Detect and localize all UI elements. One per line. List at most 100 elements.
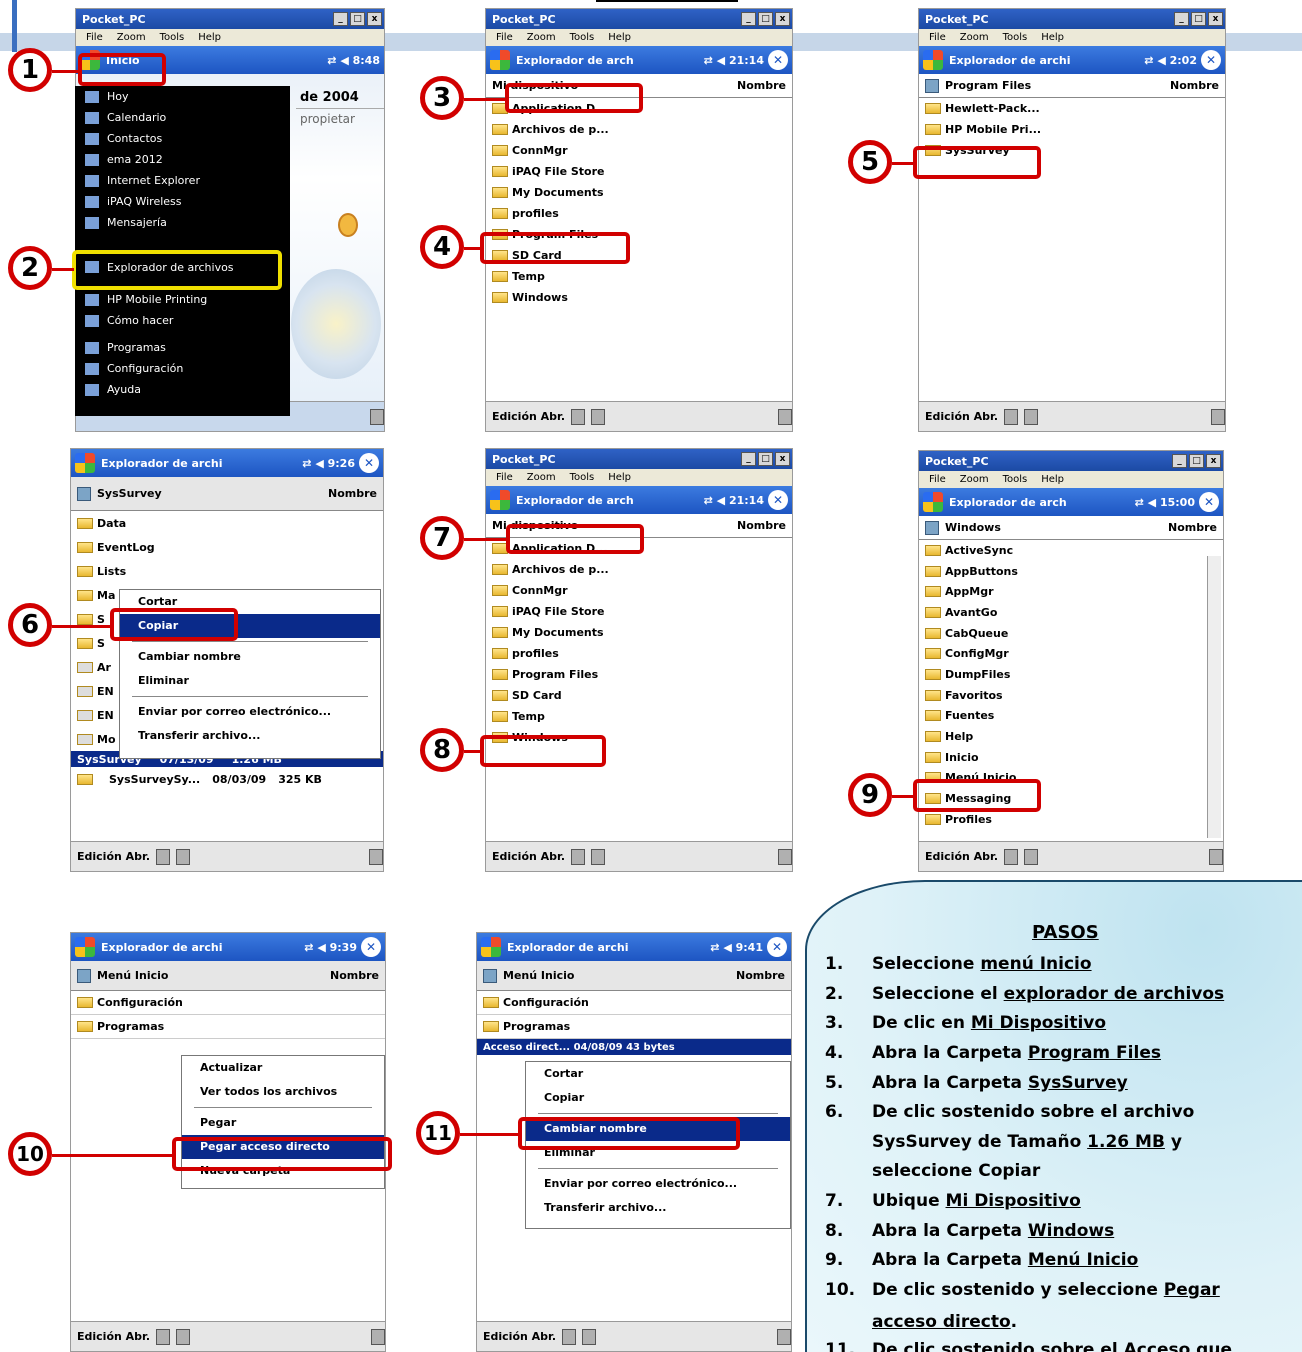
menu-cambiar-nombre[interactable]: Cambiar nombre bbox=[120, 645, 380, 669]
close-icon[interactable]: ✕ bbox=[768, 490, 788, 510]
list-item[interactable]: Fuentes bbox=[919, 706, 1223, 727]
list-item[interactable]: ConfigMgr bbox=[919, 643, 1223, 664]
list-item[interactable]: Temp bbox=[486, 266, 792, 287]
list-item[interactable]: My Documents bbox=[486, 182, 792, 203]
list-item[interactable]: Lists bbox=[71, 559, 383, 583]
folder-dropdown[interactable]: Menú Inicio Nombre bbox=[71, 961, 385, 991]
list-item[interactable]: Program Files bbox=[486, 664, 792, 685]
tool-icon[interactable] bbox=[1004, 408, 1019, 425]
sort-dropdown[interactable]: Nombre bbox=[1168, 521, 1217, 534]
list-item[interactable]: ConnMgr bbox=[486, 140, 792, 161]
sort-dropdown[interactable]: Nombre bbox=[328, 487, 377, 500]
start-item-programas[interactable]: Programas bbox=[75, 337, 290, 358]
maximize-button[interactable]: □ bbox=[1189, 454, 1204, 468]
list-item[interactable]: Temp bbox=[486, 706, 792, 727]
tool-icon[interactable] bbox=[571, 848, 586, 865]
menu-ver-todos[interactable]: Ver todos los archivos bbox=[182, 1080, 384, 1104]
keyboard-icon[interactable] bbox=[777, 1328, 791, 1345]
list-item[interactable]: Configuración bbox=[71, 991, 385, 1015]
start-item-ie[interactable]: Internet Explorer bbox=[75, 170, 290, 191]
list-item[interactable]: profiles bbox=[486, 643, 792, 664]
keyboard-icon[interactable] bbox=[369, 848, 383, 865]
menu-help[interactable]: Help bbox=[608, 32, 631, 43]
maximize-button[interactable]: □ bbox=[350, 12, 365, 26]
tool-icon[interactable] bbox=[176, 1328, 191, 1345]
close-icon[interactable]: ✕ bbox=[767, 937, 787, 957]
menu-file[interactable]: File bbox=[929, 474, 946, 485]
folder-dropdown[interactable]: Menú Inicio Nombre bbox=[477, 961, 791, 991]
menu-file[interactable]: File bbox=[929, 32, 946, 43]
menu-cortar[interactable]: Cortar bbox=[526, 1062, 790, 1086]
list-item[interactable]: SD Card bbox=[486, 685, 792, 706]
menu-file[interactable]: File bbox=[496, 32, 513, 43]
menu-tools[interactable]: Tools bbox=[160, 32, 185, 43]
start-item-ayuda[interactable]: Ayuda bbox=[75, 379, 290, 400]
close-icon[interactable]: ✕ bbox=[361, 937, 381, 957]
tool-icon[interactable] bbox=[1004, 848, 1019, 865]
list-item[interactable]: Archivos de p... bbox=[486, 119, 792, 140]
folder-dropdown[interactable]: Program Files Nombre bbox=[919, 74, 1225, 98]
sort-dropdown[interactable]: Nombre bbox=[737, 79, 786, 92]
close-button[interactable]: x bbox=[1208, 12, 1223, 26]
list-item[interactable]: EventLog bbox=[71, 535, 383, 559]
list-item[interactable]: profiles bbox=[486, 203, 792, 224]
close-icon[interactable]: ✕ bbox=[1201, 50, 1221, 70]
tool-icon[interactable] bbox=[156, 848, 171, 865]
list-item[interactable]: Programas bbox=[71, 1015, 385, 1039]
minimize-button[interactable]: _ bbox=[741, 452, 756, 466]
list-item[interactable]: Configuración bbox=[477, 991, 791, 1015]
tool-icon[interactable] bbox=[591, 408, 606, 425]
list-item[interactable]: iPAQ File Store bbox=[486, 601, 792, 622]
list-item[interactable]: Help bbox=[919, 726, 1223, 747]
close-button[interactable]: x bbox=[775, 452, 790, 466]
bottom-menu[interactable]: Edición Abr. bbox=[483, 1330, 556, 1343]
menu-tools[interactable]: Tools bbox=[1003, 32, 1028, 43]
list-item[interactable]: AppButtons bbox=[919, 561, 1223, 582]
minimize-button[interactable]: _ bbox=[333, 12, 348, 26]
menu-help[interactable]: Help bbox=[198, 32, 221, 43]
menu-zoom[interactable]: Zoom bbox=[117, 32, 146, 43]
menu-help[interactable]: Help bbox=[1041, 32, 1064, 43]
close-button[interactable]: x bbox=[1206, 454, 1221, 468]
menu-tools[interactable]: Tools bbox=[570, 472, 595, 483]
minimize-button[interactable]: _ bbox=[1174, 12, 1189, 26]
list-item[interactable]: DumpFiles bbox=[919, 664, 1223, 685]
tool-icon[interactable] bbox=[571, 408, 586, 425]
list-item[interactable]: AvantGo bbox=[919, 602, 1223, 623]
start-item-mensajeria[interactable]: Mensajería bbox=[75, 212, 290, 233]
sort-dropdown[interactable]: Nombre bbox=[737, 519, 786, 532]
keyboard-icon[interactable] bbox=[370, 408, 384, 425]
menu-zoom[interactable]: Zoom bbox=[527, 32, 556, 43]
list-item[interactable]: Data bbox=[71, 511, 383, 535]
list-item[interactable]: iPAQ File Store bbox=[486, 161, 792, 182]
menu-transferir[interactable]: Transferir archivo... bbox=[526, 1196, 790, 1220]
start-item-hoy[interactable]: Hoy bbox=[75, 86, 290, 107]
bottom-menu[interactable]: Edición Abr. bbox=[492, 410, 565, 423]
menu-zoom[interactable]: Zoom bbox=[960, 474, 989, 485]
list-item[interactable]: My Documents bbox=[486, 622, 792, 643]
keyboard-icon[interactable] bbox=[778, 848, 792, 865]
menu-help[interactable]: Help bbox=[1041, 474, 1064, 485]
folder-dropdown[interactable]: SysSurvey Nombre bbox=[71, 477, 383, 511]
bottom-menu[interactable]: Edición Abr. bbox=[77, 1330, 150, 1343]
tool-icon[interactable] bbox=[176, 848, 191, 865]
close-icon[interactable]: ✕ bbox=[768, 50, 788, 70]
tool-icon[interactable] bbox=[562, 1328, 577, 1345]
maximize-button[interactable]: □ bbox=[758, 452, 773, 466]
menu-file[interactable]: File bbox=[86, 32, 103, 43]
maximize-button[interactable]: □ bbox=[758, 12, 773, 26]
menu-enviar-correo[interactable]: Enviar por correo electrónico... bbox=[526, 1172, 790, 1196]
menu-zoom[interactable]: Zoom bbox=[527, 472, 556, 483]
menu-tools[interactable]: Tools bbox=[570, 32, 595, 43]
close-button[interactable]: x bbox=[775, 12, 790, 26]
sort-dropdown[interactable]: Nombre bbox=[330, 969, 379, 982]
start-item-contactos[interactable]: Contactos bbox=[75, 128, 290, 149]
close-icon[interactable]: ✕ bbox=[1199, 492, 1219, 512]
start-item-hp-printing[interactable]: HP Mobile Printing bbox=[75, 289, 290, 310]
list-item[interactable]: ActiveSync bbox=[919, 540, 1223, 561]
sort-dropdown[interactable]: Nombre bbox=[736, 969, 785, 982]
list-item[interactable]: AppMgr bbox=[919, 581, 1223, 602]
close-icon[interactable]: ✕ bbox=[359, 453, 379, 473]
keyboard-icon[interactable] bbox=[371, 1328, 385, 1345]
list-item[interactable]: Archivos de p... bbox=[486, 559, 792, 580]
